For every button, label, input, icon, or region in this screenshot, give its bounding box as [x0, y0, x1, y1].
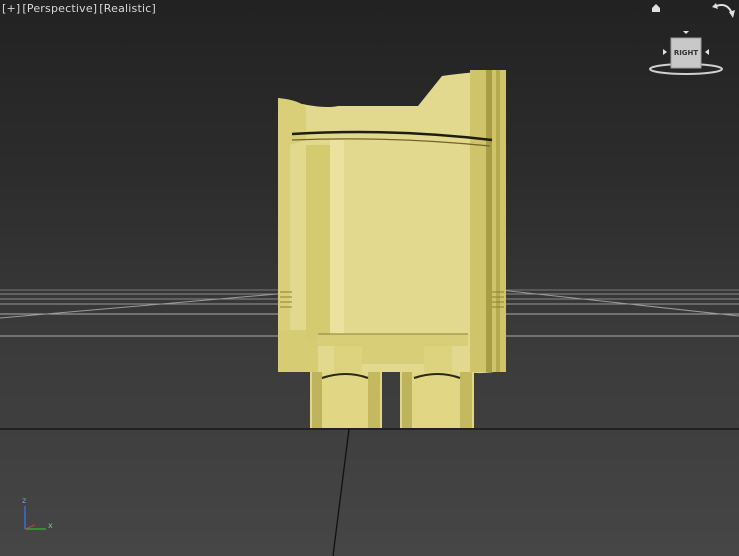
- viewcube-up-arrow[interactable]: [683, 31, 689, 34]
- scene-canvas[interactable]: RIGHT z x: [0, 0, 739, 556]
- viewcube[interactable]: RIGHT: [649, 3, 735, 75]
- rotate-arrow-icon[interactable]: [712, 3, 735, 18]
- model-mesh[interactable]: [278, 70, 506, 428]
- viewcube-left-arrow[interactable]: [663, 49, 667, 55]
- home-icon[interactable]: [652, 4, 660, 12]
- perspective-viewport[interactable]: [+] [Perspective] [Realistic] RIGHT z x: [0, 0, 739, 556]
- viewcube-right-arrow[interactable]: [705, 49, 709, 55]
- axis-x-label: x: [48, 521, 53, 530]
- axis-tripod: z x: [22, 496, 53, 530]
- axis-z-label: z: [22, 496, 26, 505]
- viewcube-face-label: RIGHT: [674, 49, 699, 57]
